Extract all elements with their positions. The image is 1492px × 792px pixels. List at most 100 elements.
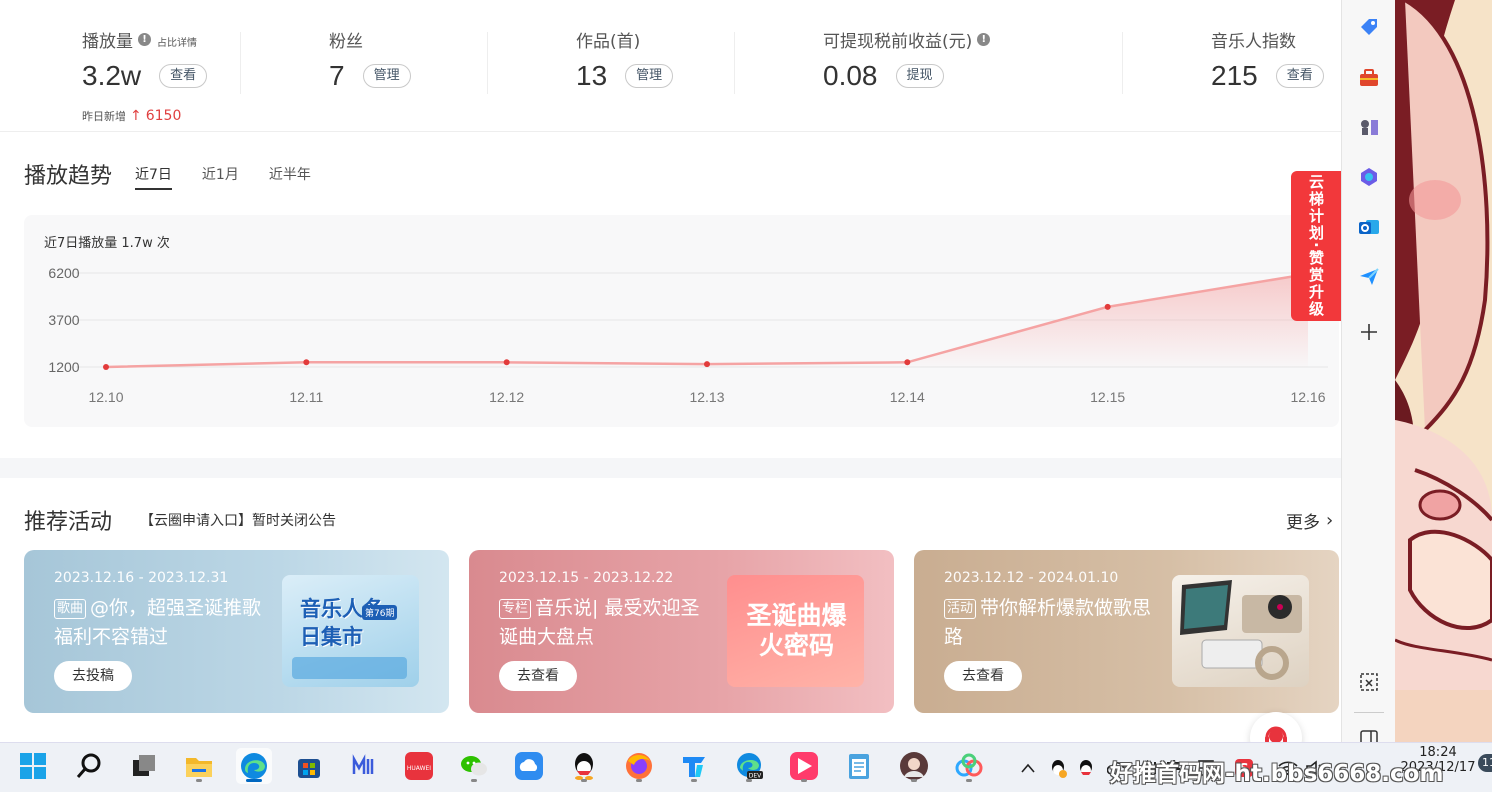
x-tick-label: 12.15: [1090, 389, 1125, 405]
screenshot-icon[interactable]: [1355, 668, 1383, 696]
sogou-icon[interactable]: [1162, 758, 1186, 778]
view-index-button[interactable]: 查看: [1275, 64, 1324, 88]
todesk-button[interactable]: [676, 748, 712, 784]
tab-half-year[interactable]: 近半年: [269, 164, 311, 190]
activity-date: 2023.12.12 - 2024.01.10: [944, 570, 1119, 586]
svg-text:S: S: [1239, 762, 1248, 777]
edge-button[interactable]: [236, 748, 272, 784]
data-point: [904, 359, 911, 366]
more-link[interactable]: 更多 ›: [1286, 508, 1333, 533]
activity-card[interactable]: 2023.12.16 - 2023.12.31 歌曲 @你，超强圣诞推歌福利不容错…: [24, 550, 449, 713]
stat-value: 7: [329, 60, 345, 91]
anime-character-art: [1395, 0, 1492, 742]
stat-value: 13: [576, 60, 608, 91]
trend-tabs: 近7日 近1月 近半年: [135, 164, 311, 190]
onedrive-icon[interactable]: [1106, 760, 1130, 776]
add-icon[interactable]: [1355, 318, 1383, 346]
search-button[interactable]: [71, 748, 107, 784]
outlook-icon[interactable]: [1355, 213, 1383, 241]
character-illustration: [1395, 0, 1492, 742]
activity-card[interactable]: 2023.12.12 - 2024.01.10 活动 带你解析爆款做歌思路 去查看: [914, 550, 1339, 713]
promo-banner[interactable]: 云梯计划·赞赏升级: [1291, 171, 1341, 321]
chevron-up-icon[interactable]: [1016, 759, 1040, 778]
start-button[interactable]: [15, 748, 51, 784]
x-tick-label: 12.16: [1290, 389, 1325, 405]
sougou-s-icon[interactable]: S: [1232, 758, 1256, 778]
clock[interactable]: 18:24 2023/12/17: [1400, 743, 1476, 792]
customer-service-button[interactable]: [1250, 712, 1302, 742]
activity-thumbnail: [1172, 575, 1309, 687]
stat-plays: 播放量! 占比详情 3.2w 查看: [82, 26, 208, 92]
media-icon[interactable]: [1134, 760, 1158, 776]
svg-text:HUAWEI: HUAWEI: [407, 765, 431, 772]
video-app-button[interactable]: [786, 748, 822, 784]
manage-fans-button[interactable]: 管理: [362, 64, 411, 88]
chess-icon[interactable]: [1355, 113, 1383, 141]
manage-works-button[interactable]: 管理: [625, 64, 674, 88]
toolbox-icon[interactable]: [1355, 64, 1383, 92]
view-button[interactable]: 去查看: [499, 661, 577, 691]
input-method-icon[interactable]: [1194, 758, 1218, 778]
send-icon[interactable]: [1355, 263, 1383, 291]
activity-date: 2023.12.15 - 2023.12.22: [499, 570, 674, 586]
edge-dev-icon: DEV: [737, 753, 763, 780]
stat-value: 3.2w: [82, 60, 142, 91]
yesterday-new-value: 6150: [145, 108, 182, 124]
x-tick-label: 12.13: [689, 389, 724, 405]
info-icon[interactable]: !: [138, 32, 151, 46]
stat-value: 215: [1211, 60, 1258, 91]
stat-works: 作品(首) 13 管理: [576, 26, 674, 92]
qq-tray-icon-2[interactable]: [1074, 758, 1098, 778]
office-icon[interactable]: [1355, 163, 1383, 191]
notepad-icon: [849, 754, 869, 779]
x-tick-label: 12.10: [88, 389, 123, 405]
avatar-app-button[interactable]: [896, 748, 932, 784]
tab-1-month[interactable]: 近1月: [202, 164, 239, 190]
app-m-button[interactable]: [346, 748, 382, 784]
edge-dev-button[interactable]: DEV: [731, 748, 767, 784]
notepad-button[interactable]: [841, 748, 877, 784]
qq-tray-icon[interactable]: [1046, 758, 1070, 778]
volume-icon[interactable]: [1304, 760, 1328, 776]
m-app-icon: [352, 754, 374, 774]
qq-button[interactable]: [566, 748, 602, 784]
share-detail-link[interactable]: 占比详情: [157, 34, 197, 49]
activity-card[interactable]: 2023.12.15 - 2023.12.22 专栏 音乐说| 最受欢迎圣诞曲大盘…: [469, 550, 894, 713]
search-icon: [76, 753, 101, 778]
view-plays-button[interactable]: 查看: [159, 64, 208, 88]
windows-taskbar: HUAWEI DEV S 18:24 2023/12/17: [0, 742, 1492, 792]
data-point: [704, 361, 710, 368]
activity-thumbnail: 音乐人冬日集市 第76期: [282, 575, 419, 687]
browser-sidebar: [1341, 0, 1395, 746]
baidu-netdisk-button[interactable]: [951, 748, 987, 784]
y-tick-label: 3700: [48, 312, 79, 328]
withdraw-button[interactable]: 提现: [895, 64, 944, 88]
todesk-icon: [683, 757, 705, 777]
thumbnail-title: 圣诞曲爆火密码: [746, 601, 847, 660]
notification-badge[interactable]: 11: [1478, 754, 1492, 772]
task-view-button[interactable]: [126, 748, 162, 784]
stat-label: 作品(首): [576, 31, 641, 52]
arrow-up-icon: ↑: [130, 108, 142, 124]
cloud-icon: [515, 752, 543, 780]
activity-desc: 活动 带你解析爆款做歌思路: [944, 594, 1154, 652]
wechat-button[interactable]: [456, 748, 492, 784]
clock-time: 18:24: [1419, 745, 1457, 760]
firefox-button[interactable]: [621, 748, 657, 784]
store-button[interactable]: [291, 748, 327, 784]
stat-label: 音乐人指数: [1211, 31, 1296, 52]
chart-svg: 6200 3700 1200 12.10 12.11 12.12 12.13 12.14 12.…: [48, 265, 1328, 405]
activities-notice-link[interactable]: 【云圈申请入口】暂时关闭公告: [140, 510, 336, 530]
thumbnail-badge: 第76期: [362, 605, 398, 620]
task-view-icon: [133, 755, 155, 776]
huawei-appgallery-button[interactable]: HUAWEI: [401, 748, 437, 784]
cloud-drive-button[interactable]: [511, 748, 547, 784]
info-icon[interactable]: !: [977, 32, 991, 46]
tab-7-days[interactable]: 近7日: [135, 164, 172, 190]
file-explorer-button[interactable]: [181, 748, 217, 784]
tag-icon[interactable]: [1355, 13, 1383, 41]
wifi-icon[interactable]: [1276, 760, 1300, 776]
stat-value: 0.08: [823, 60, 878, 91]
submit-button[interactable]: 去投稿: [54, 661, 132, 691]
view-button[interactable]: 去查看: [944, 661, 1022, 691]
